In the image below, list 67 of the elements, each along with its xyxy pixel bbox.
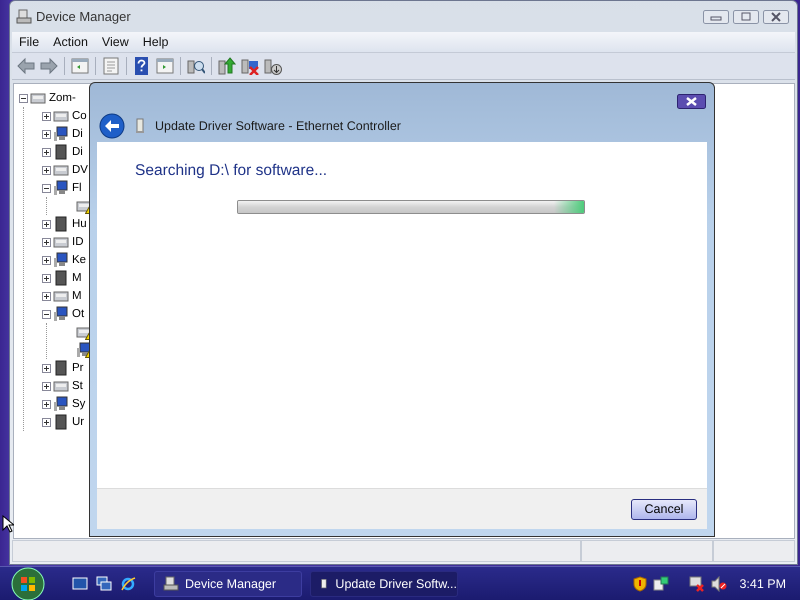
collapse-icon[interactable] (19, 94, 28, 102)
expand-icon[interactable] (42, 382, 51, 390)
expand-icon[interactable] (42, 112, 51, 120)
expand-icon[interactable] (42, 256, 51, 264)
collapse-icon[interactable] (42, 184, 51, 192)
expand-icon[interactable] (42, 148, 51, 156)
window-title: Device Manager (36, 9, 131, 24)
menu-item[interactable]: Help (136, 35, 176, 49)
maximize-icon[interactable] (733, 10, 759, 24)
dialog-title: Update Driver Software - Ethernet Controller (155, 118, 401, 132)
back-arrow-icon[interactable] (17, 57, 35, 75)
expand-icon[interactable] (42, 274, 51, 282)
forward-arrow-icon[interactable] (40, 57, 58, 75)
disable-icon[interactable] (241, 57, 259, 75)
browser-icon[interactable] (120, 576, 136, 592)
tree-item[interactable]: Ot (72, 308, 84, 320)
tree-item[interactable]: Fl (72, 182, 82, 194)
close-icon[interactable] (677, 94, 706, 109)
panel-icon[interactable] (156, 57, 174, 75)
minimize-icon[interactable] (703, 10, 729, 24)
tree-item[interactable]: Di (72, 128, 83, 140)
desktop-icon[interactable] (72, 576, 88, 592)
tree-item[interactable]: M (72, 290, 82, 302)
menu-item[interactable]: Action (46, 35, 95, 49)
panel-icon[interactable] (71, 57, 89, 75)
expand-icon[interactable] (42, 220, 51, 228)
tree-item[interactable]: Di (72, 146, 83, 158)
tree-item[interactable]: Ke (72, 254, 86, 266)
shield-icon[interactable] (633, 576, 648, 592)
tree-item[interactable]: Ur (72, 416, 84, 428)
status-heading: Searching D:\ for software... (135, 162, 328, 180)
computer-icon (163, 576, 179, 592)
window-switch-icon[interactable] (96, 576, 112, 592)
close-icon[interactable] (763, 10, 789, 24)
tree-item[interactable]: Pr (72, 362, 84, 374)
properties-icon[interactable] (102, 57, 120, 75)
menu-item[interactable]: File (12, 35, 46, 49)
tree-item[interactable]: Sy (72, 398, 86, 410)
help-icon[interactable] (133, 57, 151, 75)
update-arrow-icon[interactable] (218, 57, 236, 75)
uninstall-icon[interactable] (264, 57, 282, 75)
expand-icon[interactable] (42, 130, 51, 138)
tree-item[interactable]: Co (72, 110, 87, 122)
tree-item[interactable]: DV (72, 164, 88, 176)
expand-icon[interactable] (42, 166, 51, 174)
speaker-muted-icon[interactable] (711, 576, 728, 592)
network-error-icon[interactable] (689, 576, 706, 592)
back-icon[interactable] (99, 112, 125, 138)
expand-icon[interactable] (42, 400, 51, 408)
taskbar-button[interactable]: Update Driver Softw... (310, 571, 458, 597)
computer-icon (16, 8, 32, 24)
network-icon[interactable] (653, 576, 670, 592)
tree-item[interactable]: Zom- (49, 92, 76, 104)
expand-icon[interactable] (42, 238, 51, 246)
cancel-button[interactable]: Cancel (631, 498, 697, 520)
taskbar-button[interactable]: Device Manager (154, 571, 302, 597)
tree-item[interactable]: Hu (72, 218, 87, 230)
tree-item[interactable]: M (72, 272, 82, 284)
expand-icon[interactable] (42, 364, 51, 372)
expand-icon[interactable] (42, 292, 51, 300)
device-icon (135, 118, 145, 134)
expand-icon[interactable] (42, 418, 51, 426)
tree-item[interactable]: ID (72, 236, 84, 248)
collapse-icon[interactable] (42, 310, 51, 318)
tree-item[interactable]: St (72, 380, 83, 392)
clock[interactable]: 3:41 PM (739, 577, 786, 591)
menu-item[interactable]: View (94, 35, 136, 49)
